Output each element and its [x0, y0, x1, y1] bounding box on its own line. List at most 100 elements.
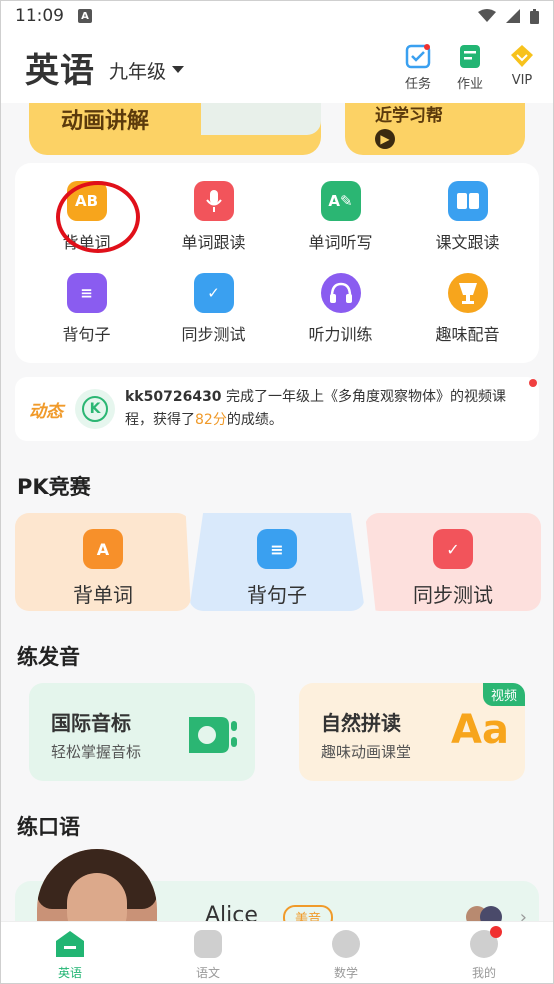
battery-icon [530, 8, 539, 24]
status-icons [478, 8, 539, 24]
grid-item-text-readalong[interactable]: 课文跟读 [404, 181, 531, 253]
pk-card-sentences[interactable]: ≡ 背句子 [189, 513, 365, 611]
math-disc-icon [332, 930, 360, 958]
arrow-right-icon: ▶ [375, 129, 395, 149]
study-banner-text: 近学习帮 [375, 106, 443, 126]
pronunciation-section-title: 练发音 [17, 645, 80, 669]
grid-item-memorize-words[interactable]: AB 背单词 [23, 181, 150, 253]
open-book-icon [447, 181, 488, 221]
pk-sentences-icon: ≡ [257, 529, 297, 569]
phonetic-symbol-icon [189, 717, 237, 753]
phonetics-title: 国际音标 [51, 711, 131, 735]
grid-item-label: 背句子 [62, 325, 111, 344]
grid-item-word-readalong[interactable]: 单词跟读 [150, 181, 277, 253]
headphones-icon [320, 273, 361, 313]
grid-item-label: 听力训练 [308, 325, 373, 344]
grid-item-listening[interactable]: 听力训练 [277, 273, 404, 345]
pk-card-words[interactable]: A 背单词 [15, 513, 191, 611]
k-logo-icon: K [82, 396, 108, 422]
animation-banner[interactable]: 动画讲解 [29, 103, 321, 155]
task-button[interactable]: 任务 [401, 43, 435, 92]
sentence-stack-icon: ≡ [66, 273, 107, 313]
vip-label: VIP [511, 72, 533, 88]
nav-label: 我的 [471, 966, 496, 980]
grid-item-label: 课文跟读 [435, 233, 500, 252]
other-tutors-avatars [466, 906, 502, 921]
homework-button[interactable]: 作业 [453, 43, 487, 92]
bottom-navigation: 英语 语文 数学 我的 [1, 921, 553, 983]
feed-message-end: 的成绩。 [226, 412, 283, 428]
phonics-subtitle: 趣味动画课堂 [321, 743, 412, 761]
cellular-signal-icon [506, 9, 520, 23]
pk-test-icon: ✓ [433, 529, 473, 569]
feed-username: kk50726430 [125, 389, 222, 405]
pk-card-label: 同步测试 [413, 583, 493, 607]
grid-item-label: 单词跟读 [181, 233, 246, 252]
status-time: 11:09 [15, 6, 64, 26]
unread-dot [529, 379, 537, 387]
homework-label: 作业 [456, 76, 483, 92]
banner-row: 动画讲解 近学习帮 ▶ [29, 103, 525, 155]
nav-tab-profile[interactable]: 我的 [415, 922, 553, 983]
nav-tab-math[interactable]: 数学 [277, 922, 415, 983]
pk-section-title: PK竞赛 [17, 475, 91, 499]
task-label: 任务 [404, 76, 431, 92]
feed-score: 82分 [195, 412, 227, 428]
feed-message: kk50726430 完成了一年级上《多角度观察物体》的视频课程，获得了82分的… [125, 386, 525, 432]
nav-label: 语文 [195, 966, 220, 980]
home-icon [56, 931, 84, 957]
task-checklist-icon [405, 43, 431, 68]
trophy-mic-icon [447, 273, 488, 313]
clipboard-check-icon: ✓ [193, 273, 234, 313]
caret-down-icon [172, 66, 185, 73]
vip-button[interactable]: VIP [505, 43, 539, 92]
book-icon [194, 930, 222, 958]
banner-illustration [201, 103, 321, 135]
grid-item-fun-dubbing[interactable]: 趣味配音 [404, 273, 531, 345]
grid-item-sync-test[interactable]: ✓ 同步测试 [150, 273, 277, 345]
pk-card-sync-test[interactable]: ✓ 同步测试 [365, 513, 541, 611]
grade-label: 九年级 [109, 60, 167, 83]
pk-words-icon: A [83, 529, 123, 569]
main-content[interactable]: 动画讲解 近学习帮 ▶ AB 背单词 单词跟读 A✎ 单词听写 课文跟读 ≡ 背… [1, 103, 553, 921]
animation-banner-text: 动画讲解 [61, 109, 150, 134]
nav-tab-english[interactable]: 英语 [1, 922, 139, 983]
grid-item-memorize-sentences[interactable]: ≡ 背句子 [23, 273, 150, 345]
nav-label: 英语 [57, 966, 82, 980]
pk-card-label: 背单词 [73, 583, 133, 607]
homework-icon [460, 44, 480, 68]
tutor-name: Alice [205, 903, 258, 921]
feature-grid-card: AB 背单词 单词跟读 A✎ 单词听写 课文跟读 ≡ 背句子 ✓ 同步测试 听力… [15, 163, 539, 363]
status-bar: 11:09 A [1, 1, 553, 31]
video-badge: 视频 [482, 683, 525, 706]
phonics-art: Aa [451, 707, 509, 753]
notification-dot [490, 926, 502, 938]
dictation-pen-icon: A✎ [320, 181, 361, 221]
phonetics-card[interactable]: 国际音标 轻松掌握音标 [29, 683, 255, 781]
subject-title: 英语 [25, 50, 95, 91]
phonetics-subtitle: 轻松掌握音标 [51, 743, 142, 761]
grid-item-label: 单词听写 [308, 233, 373, 252]
vip-diamond-icon [511, 44, 533, 67]
microphone-icon [193, 181, 234, 221]
feed-tag: 动态 [29, 401, 63, 422]
notification-a-icon: A [78, 9, 92, 23]
app-header: 英语 九年级 任务 作业 VIP [1, 31, 553, 103]
nav-tab-chinese[interactable]: 语文 [139, 922, 277, 983]
activity-feed[interactable]: 动态 K kk50726430 完成了一年级上《多角度观察物体》的视频课程，获得… [15, 377, 539, 441]
phonics-title: 自然拼读 [321, 711, 401, 735]
grid-item-label: 同步测试 [181, 325, 246, 344]
study-banner[interactable]: 近学习帮 ▶ [345, 103, 525, 155]
speaking-section-title: 练口语 [17, 815, 80, 839]
wifi-icon [478, 9, 496, 22]
grid-item-label: 背单词 [62, 233, 111, 252]
feature-grid: AB 背单词 单词跟读 A✎ 单词听写 课文跟读 ≡ 背句子 ✓ 同步测试 听力… [23, 181, 531, 345]
accent-badge: 美音 [283, 905, 334, 921]
pk-card-label: 背句子 [247, 583, 307, 607]
user-avatar: K [75, 389, 115, 429]
phonics-card[interactable]: 自然拼读 趣味动画课堂 视频 Aa [299, 683, 525, 781]
grid-item-word-dictation[interactable]: A✎ 单词听写 [277, 181, 404, 253]
grade-selector[interactable]: 九年级 [109, 57, 185, 84]
header-tools: 任务 作业 VIP [401, 43, 539, 92]
speaking-card[interactable]: Alice 美音 › [15, 849, 539, 921]
